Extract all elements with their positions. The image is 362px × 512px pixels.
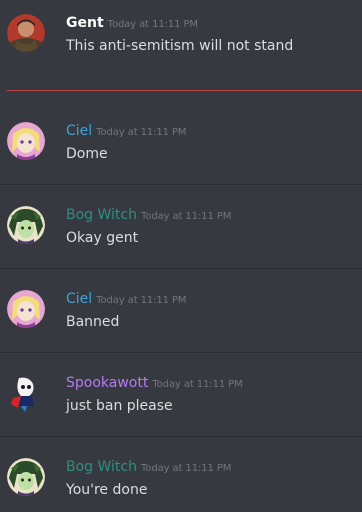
new-messages-divider [7,90,362,91]
message-text: Banned [66,314,120,330]
author-name[interactable]: Gent [66,15,104,31]
message-text: You're done [66,482,148,498]
message-item: Gent Today at 11:11 PM This anti-semitism… [0,0,362,84]
bog-witch-avatar[interactable] [7,206,45,244]
message-item: Bog Witch Today at 11:11 PM You're done [0,436,362,512]
author-name[interactable]: Ciel [66,291,92,307]
author-name[interactable]: Bog Witch [66,207,137,223]
message-text: Okay gent [66,230,139,246]
ciel-avatar[interactable] [7,122,45,160]
message-text: Dome [66,146,108,162]
ciel-avatar[interactable] [7,290,45,328]
timestamp: Today at 11:11 PM [141,211,232,222]
spookawott-avatar[interactable] [7,374,45,412]
timestamp: Today at 11:11 PM [96,127,187,138]
author-name[interactable]: Ciel [66,123,92,139]
timestamp: Today at 11:11 PM [141,463,232,474]
gent-avatar[interactable] [7,14,45,52]
author-name[interactable]: Bog Witch [66,459,137,475]
message-item: Ciel Today at 11:11 PM Banned [0,268,362,352]
timestamp: Today at 11:11 PM [96,295,187,306]
bog-witch-avatar[interactable] [7,458,45,496]
timestamp: Today at 11:11 PM [107,19,198,30]
message-text: This anti-semitism will not stand [66,38,294,54]
timestamp: Today at 11:11 PM [152,379,243,390]
chat-message-list: Gent Today at 11:11 PM This anti-semitism… [0,0,362,512]
author-name[interactable]: Spookawott [66,375,148,391]
message-item: Bog Witch Today at 11:11 PM Okay gent [0,184,362,268]
message-item: Spookawott Today at 11:11 PM just ban ple… [0,352,362,436]
message-text: just ban please [66,398,173,414]
message-item: Ciel Today at 11:11 PM Dome [0,100,362,184]
